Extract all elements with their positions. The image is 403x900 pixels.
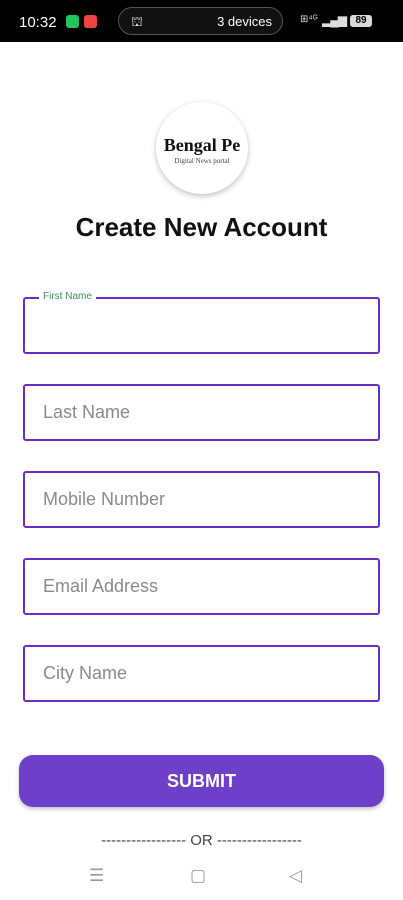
or-divider: ----------------- OR ----------------- [101,832,302,849]
first-name-input[interactable] [25,299,378,352]
first-name-field[interactable]: First Name [23,291,380,354]
logo-main-text: Bengal Pe [163,135,241,155]
email-address-input[interactable] [25,560,378,613]
cast-icon: ⛫ [131,14,143,29]
email-address-field[interactable] [23,558,380,615]
notification-icon [66,15,79,28]
submit-button[interactable]: SUBMIT [19,755,384,807]
menu-icon[interactable]: ☰ [89,866,104,886]
app-logo: Bengal Pe Digital News portal [156,102,248,194]
network-icon: ⊞⁴ᴳ [300,14,318,25]
signal-icon: ▂▄▆ [322,13,347,27]
page-title: Create New Account [75,212,328,242]
last-name-field[interactable] [23,384,380,441]
home-icon[interactable]: ▢ [190,866,206,886]
city-name-field[interactable] [23,645,380,702]
cast-devices-label: 3 devices [217,14,272,29]
battery-indicator: 89 [350,15,372,27]
city-name-input[interactable] [25,647,378,700]
last-name-input[interactable] [25,386,378,439]
back-icon[interactable]: ◁ [289,866,302,886]
status-time: 10:32 [19,14,57,31]
mobile-number-field[interactable] [23,471,380,528]
logo-sub-text: Digital News portal [174,157,230,165]
cast-pill[interactable]: ⛫ 3 devices [118,7,283,35]
mobile-number-input[interactable] [25,473,378,526]
status-bar: 10:32 ⛫ 3 devices ⊞⁴ᴳ ▂▄▆ 89 [0,0,403,42]
record-icon [84,15,97,28]
